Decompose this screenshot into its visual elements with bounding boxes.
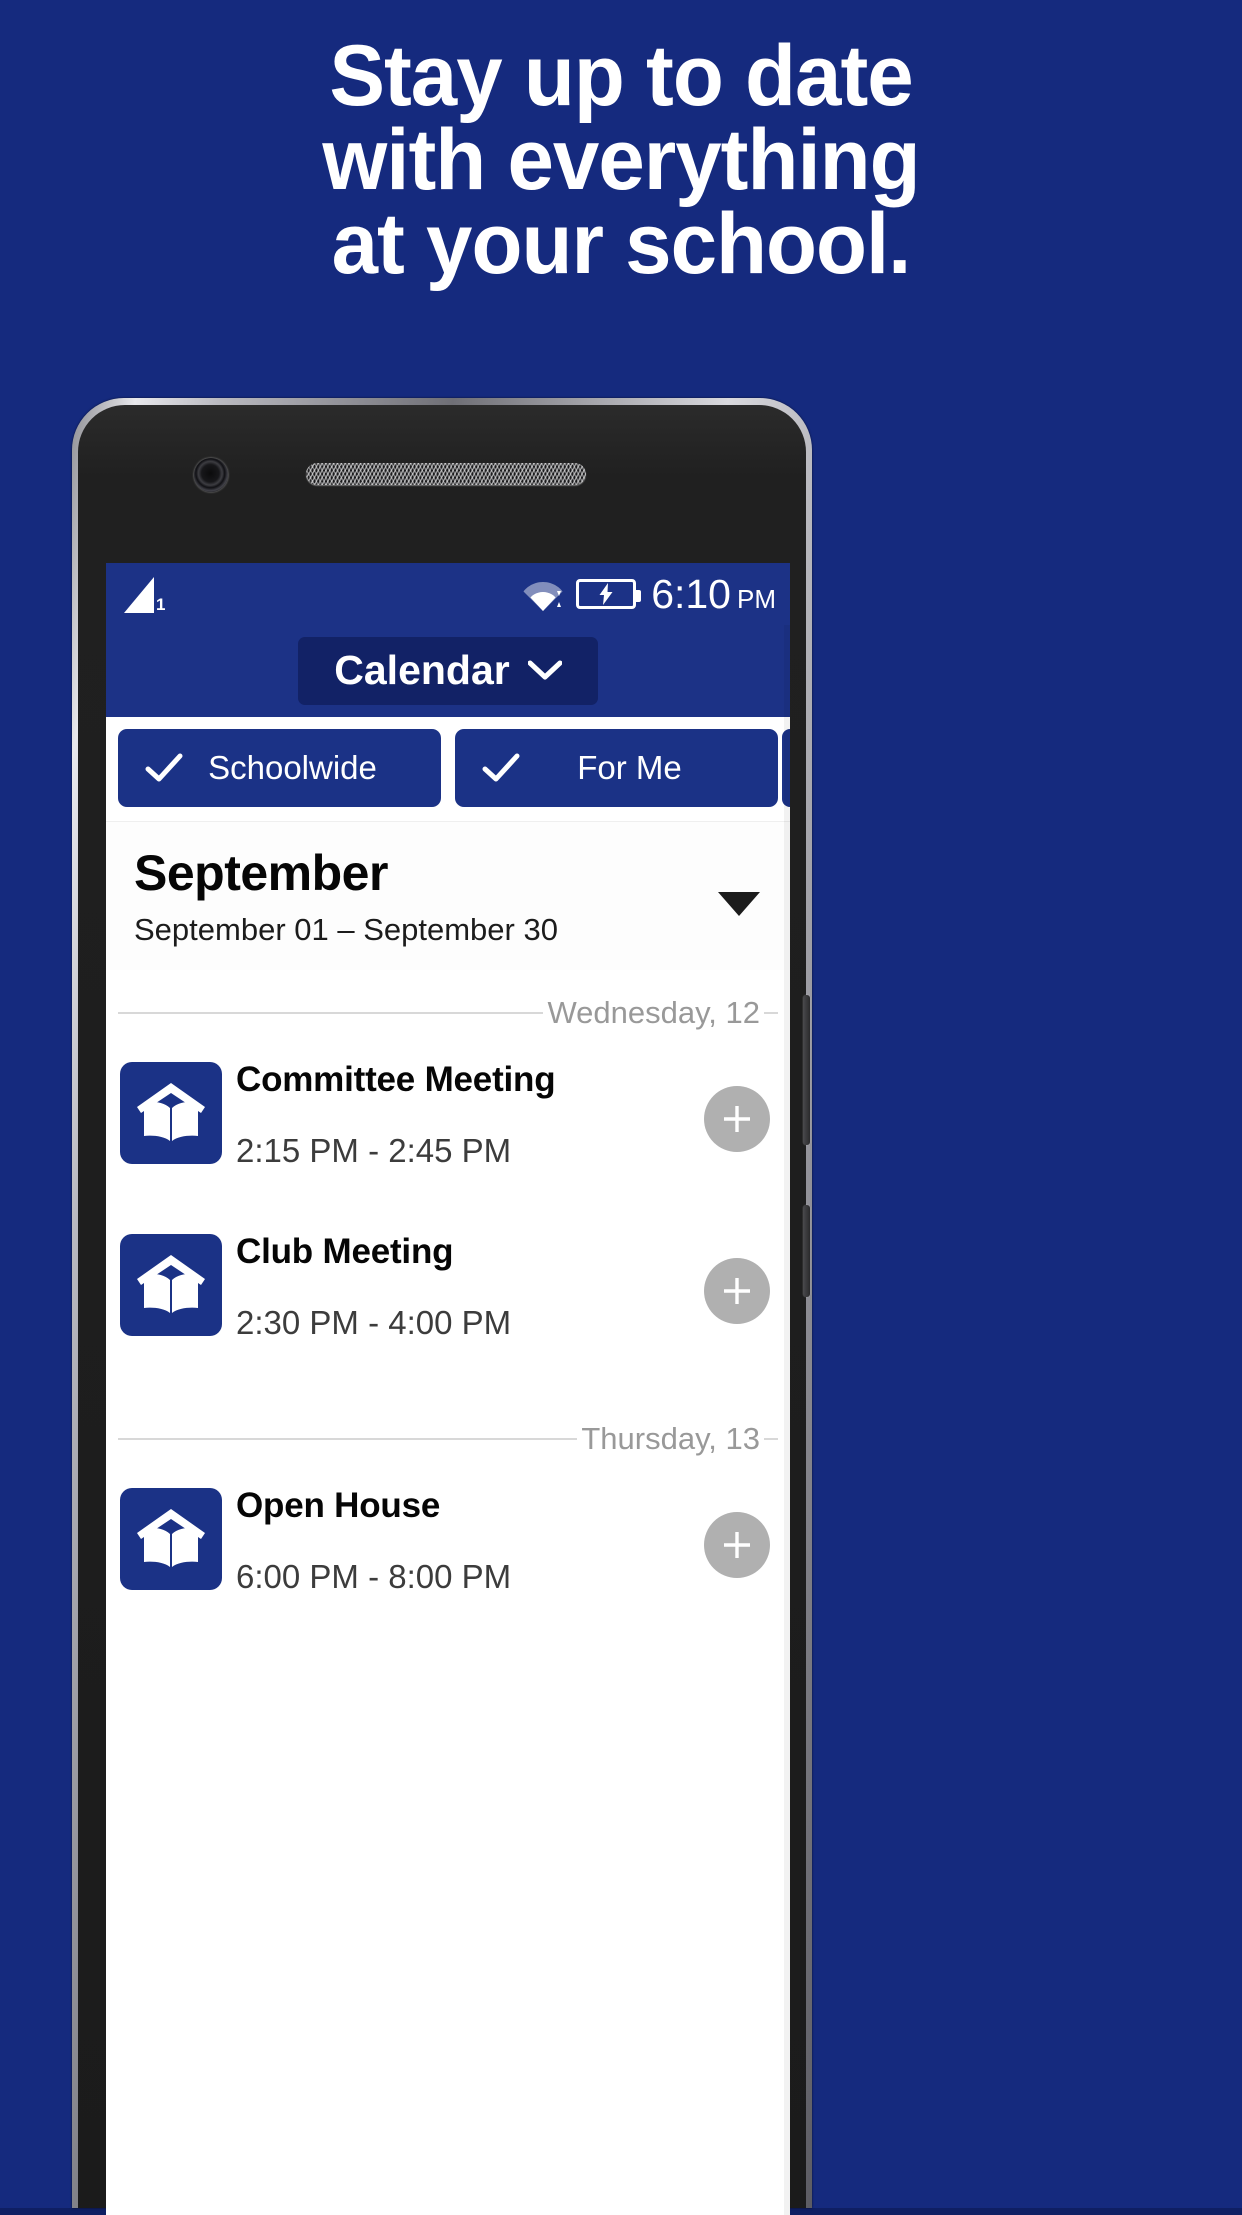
headline-line-3: at your school.	[331, 196, 912, 292]
separator-rule-left	[118, 1012, 544, 1014]
school-book-icon	[120, 1062, 222, 1164]
event-time: 6:00 PM - 8:00 PM	[236, 1558, 512, 1595]
wifi-icon	[523, 582, 563, 611]
filter-chip-schoolwide[interactable]: Schoolwide	[118, 729, 441, 807]
school-book-glyph	[137, 1083, 205, 1141]
headline-line-2: with everything	[322, 112, 920, 208]
event-row[interactable]: Club Meeting 2:30 PM - 4:00 PM	[106, 1224, 790, 1396]
separator-rule-right	[764, 1438, 778, 1440]
plus-icon	[724, 1532, 750, 1558]
headline-line-1: Stay up to date	[329, 28, 913, 124]
app-bar: Calendar	[106, 625, 790, 717]
event-list: Wednesday, 12 Committee Meeting 2:15 PM …	[106, 970, 790, 1650]
event-text-group: Committee Meeting 2:15 PM - 2:45 PM	[222, 1058, 776, 1170]
battery-charging-icon	[576, 579, 642, 609]
check-icon	[482, 753, 520, 782]
signal-sim-label: 1	[156, 595, 166, 614]
power-button[interactable]	[803, 1205, 810, 1297]
month-header[interactable]: September September 01 – September 30	[106, 821, 790, 970]
chevron-down-icon	[527, 660, 562, 680]
event-time: 2:15 PM - 2:45 PM	[236, 1132, 512, 1169]
check-icon	[145, 753, 183, 782]
volume-button[interactable]	[803, 995, 810, 1145]
day-separator-label: Thursday, 13	[581, 1421, 760, 1456]
filter-chip-label: Schoolwide	[208, 749, 377, 786]
separator-rule-right	[764, 1012, 778, 1014]
filter-chip-for-me[interactable]: For Me	[455, 729, 778, 807]
filter-chip-label: For Me	[577, 749, 682, 786]
filter-chip-row: Schoolwide For Me	[106, 717, 790, 821]
school-book-glyph	[137, 1255, 205, 1313]
add-event-button[interactable]	[704, 1512, 770, 1578]
day-separator-label: Wednesday, 12	[547, 995, 760, 1030]
add-event-button[interactable]	[704, 1086, 770, 1152]
event-title: Open House	[236, 1486, 441, 1525]
signal-bars-icon	[124, 577, 154, 613]
status-bar-clock: 6:10 PM	[651, 570, 776, 617]
caret-down-icon[interactable]	[718, 892, 760, 916]
event-time: 2:30 PM - 4:00 PM	[236, 1304, 512, 1341]
phone-mockup: 1 6:10 PM Calendar Schoolwide For Me Sep…	[72, 398, 812, 2215]
app-bar-title: Calendar	[334, 647, 510, 693]
separator-rule-left	[118, 1438, 578, 1440]
school-book-icon	[120, 1234, 222, 1336]
clock-time: 6:10	[651, 570, 731, 617]
month-date-range: September 01 – September 30	[134, 912, 558, 947]
event-row[interactable]: Committee Meeting 2:15 PM - 2:45 PM	[106, 1052, 790, 1224]
event-row[interactable]: Open House 6:00 PM - 8:00 PM	[106, 1478, 790, 1650]
day-separator: Wednesday, 12	[106, 970, 790, 1052]
status-bar-right-group: 6:10 PM	[523, 563, 776, 625]
phone-body: 1 6:10 PM Calendar Schoolwide For Me Sep…	[78, 405, 810, 2215]
school-book-glyph	[137, 1509, 205, 1567]
day-separator: Thursday, 13	[106, 1396, 790, 1478]
clock-meridiem: PM	[737, 583, 776, 614]
event-text-group: Club Meeting 2:30 PM - 4:00 PM	[222, 1230, 776, 1342]
event-title: Committee Meeting	[236, 1060, 556, 1099]
month-title: September	[134, 845, 388, 901]
filter-chip-overflow-hint[interactable]	[782, 729, 790, 807]
plus-icon	[724, 1106, 750, 1132]
status-bar: 1 6:10 PM	[106, 563, 790, 625]
charging-bolt-icon	[599, 583, 613, 605]
school-book-icon	[120, 1488, 222, 1590]
event-text-group: Open House 6:00 PM - 8:00 PM	[222, 1484, 776, 1596]
front-camera-icon	[194, 458, 228, 492]
promo-headline: Stay up to date with everything at your …	[19, 28, 1224, 292]
phone-screen: 1 6:10 PM Calendar Schoolwide For Me Sep…	[106, 563, 790, 2215]
event-title: Club Meeting	[236, 1232, 454, 1271]
calendar-title-dropdown[interactable]: Calendar	[298, 637, 598, 705]
earpiece-speaker-icon	[306, 463, 586, 485]
add-event-button[interactable]	[704, 1258, 770, 1324]
plus-icon	[724, 1278, 750, 1304]
